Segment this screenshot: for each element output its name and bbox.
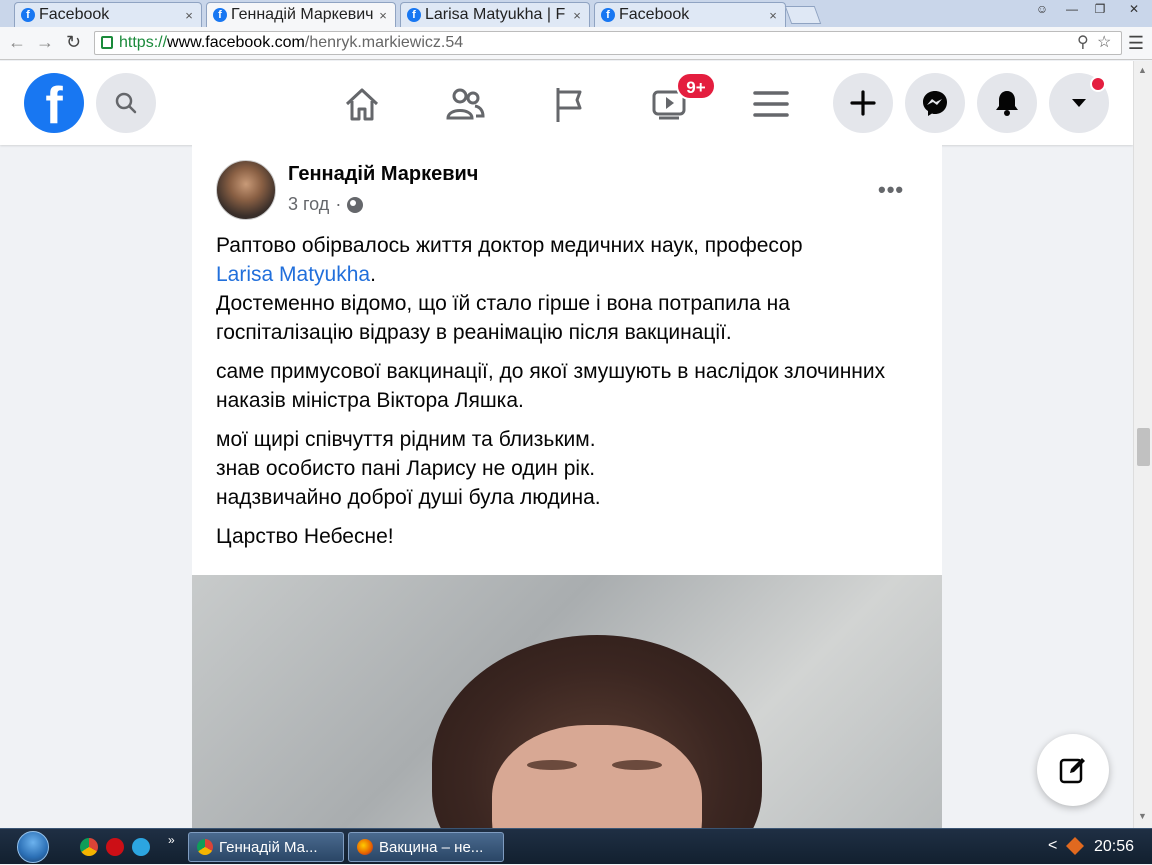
browser-tab-active[interactable]: f Геннадій Маркевич × xyxy=(206,2,396,27)
post-paragraph: саме примусової вакцинації, до якої змуш… xyxy=(216,360,886,412)
browser-tab-strip: f Facebook × f Геннадій Маркевич × f Lar… xyxy=(0,0,1152,27)
tab-close-icon[interactable]: × xyxy=(569,8,585,23)
facebook-favicon-icon: f xyxy=(407,8,421,22)
chrome-icon xyxy=(197,839,213,855)
new-message-button[interactable] xyxy=(1037,734,1109,806)
facebook-favicon-icon: f xyxy=(601,8,615,22)
tab-close-icon[interactable]: × xyxy=(765,8,781,23)
post-timestamp[interactable]: 3 год xyxy=(288,194,329,215)
post-options-icon[interactable]: ••• xyxy=(878,177,904,203)
scrollbar-thumb[interactable] xyxy=(1137,428,1150,466)
browser-tab[interactable]: f Larisa Matyukha | F × xyxy=(400,2,590,27)
page-scrollbar[interactable]: ▲ ▼ xyxy=(1133,61,1152,828)
close-window-icon[interactable]: ✕ xyxy=(1116,0,1152,18)
facebook-logo[interactable]: f xyxy=(24,73,84,135)
author-avatar[interactable] xyxy=(216,160,276,220)
browser-tab[interactable]: f Facebook × xyxy=(594,2,786,27)
friends-nav-icon[interactable] xyxy=(440,79,490,129)
search-button[interactable] xyxy=(96,73,156,133)
new-tab-button[interactable] xyxy=(784,6,822,24)
watch-notification-badge: 9+ xyxy=(676,72,716,100)
scroll-down-icon[interactable]: ▼ xyxy=(1138,811,1147,821)
account-alert-dot xyxy=(1090,76,1106,92)
messenger-button[interactable] xyxy=(905,73,965,133)
user-profile-icon[interactable]: ☺ xyxy=(1028,0,1056,18)
post-line: . xyxy=(370,263,376,286)
post-text: Раптово обірвалось життя доктор медичних… xyxy=(216,231,916,561)
plus-icon xyxy=(850,90,876,116)
firefox-icon xyxy=(357,839,373,855)
post-author-name[interactable]: Геннадій Маркевич xyxy=(288,163,478,186)
facebook-favicon-icon: f xyxy=(21,8,35,22)
facebook-top-nav: f 9+ xyxy=(0,61,1133,145)
quicklaunch-more-icon[interactable]: » xyxy=(168,833,175,847)
forward-arrow-icon[interactable]: → xyxy=(36,32,54,53)
url-scheme: https:// xyxy=(119,34,168,51)
back-arrow-icon[interactable]: ← xyxy=(8,32,26,53)
taskbar-item-label: Геннадій Ма... xyxy=(219,838,318,856)
browser-menu-icon[interactable]: ☰ xyxy=(1128,33,1144,54)
facebook-favicon-icon: f xyxy=(213,8,227,22)
tab-close-icon[interactable]: × xyxy=(375,8,391,23)
chrome-icon[interactable] xyxy=(80,838,98,856)
scroll-up-icon[interactable]: ▲ xyxy=(1138,65,1147,75)
opera-icon[interactable] xyxy=(106,838,124,856)
url-path: /henryk.markiewicz.54 xyxy=(304,34,464,51)
post-line: надзвичайно доброї душі була людина. xyxy=(216,486,601,509)
minimize-icon[interactable]: — xyxy=(1058,0,1086,18)
reload-icon[interactable]: ↻ xyxy=(66,32,81,53)
os-taskbar: » Геннадій Ма... Вакцина – не... < 20:56 xyxy=(0,828,1152,864)
system-clock[interactable]: 20:56 xyxy=(1094,838,1134,856)
post-photo[interactable] xyxy=(192,575,942,835)
mention-link[interactable]: Larisa Matyukha xyxy=(216,263,370,286)
photo-brow-shape xyxy=(527,760,577,770)
menu-hamburger-icon[interactable] xyxy=(746,79,796,129)
search-icon xyxy=(115,92,137,114)
address-bar-row: ← → ↻ https://www.facebook.com/henryk.ma… xyxy=(0,27,1152,60)
caret-down-icon xyxy=(1072,99,1086,107)
bell-icon xyxy=(996,91,1018,116)
post-paragraph: мої щирі співчуття рідним та близьким. з… xyxy=(216,425,916,512)
meta-separator: · xyxy=(335,194,342,214)
tab-close-icon[interactable]: × xyxy=(181,8,197,23)
notifications-button[interactable] xyxy=(977,73,1037,133)
compose-icon xyxy=(1059,758,1085,784)
taskbar-item-firefox[interactable]: Вакцина – не... xyxy=(348,832,504,862)
create-button[interactable] xyxy=(833,73,893,133)
start-button[interactable] xyxy=(8,829,58,865)
tray-expand-icon[interactable]: < xyxy=(1048,837,1057,855)
network-alert-icon[interactable] xyxy=(1066,837,1084,855)
url-input[interactable]: https://www.facebook.com/henryk.markiewi… xyxy=(94,31,1122,55)
home-nav-icon[interactable] xyxy=(337,79,387,129)
restore-icon[interactable]: ❐ xyxy=(1086,0,1114,18)
tab-title: Facebook xyxy=(39,6,110,23)
post-meta: 3 год · xyxy=(288,194,364,215)
url-host: www.facebook.com xyxy=(167,34,305,51)
taskbar-item-chrome[interactable]: Геннадій Ма... xyxy=(188,832,344,862)
post-paragraph: Царство Небесне! xyxy=(216,525,394,548)
url-text: https://www.facebook.com/henryk.markiewi… xyxy=(119,32,463,54)
bookmark-star-icon[interactable]: ☆ xyxy=(1097,32,1111,54)
zoom-icon[interactable]: ⚲ xyxy=(1077,32,1089,54)
taskbar-item-label: Вакцина – не... xyxy=(379,838,484,856)
photo-brow-shape xyxy=(612,760,662,770)
lock-icon xyxy=(101,36,113,49)
post-paragraph: Раптово обірвалось життя доктор медичних… xyxy=(216,231,916,347)
post-line: Раптово обірвалось життя доктор медичних… xyxy=(216,234,803,257)
pages-flag-nav-icon[interactable] xyxy=(543,79,593,129)
telegram-icon[interactable] xyxy=(132,838,150,856)
post-line: мої щирі співчуття рідним та близьким. xyxy=(216,428,596,451)
windows-logo-icon xyxy=(17,831,49,863)
public-globe-icon[interactable] xyxy=(347,196,364,213)
post-line: Достеменно відомо, що їй стало гірше і в… xyxy=(216,292,790,344)
tab-title: Facebook xyxy=(619,6,690,23)
tab-title: Larisa Matyukha | F xyxy=(425,6,566,23)
browser-tab[interactable]: f Facebook × xyxy=(14,2,202,27)
messenger-icon xyxy=(923,91,947,116)
post-line: знав особисто пані Ларису не один рік. xyxy=(216,457,596,480)
tab-title: Геннадій Маркевич xyxy=(231,6,374,23)
feed-post: Геннадій Маркевич 3 год · ••• Раптово об… xyxy=(192,145,942,835)
